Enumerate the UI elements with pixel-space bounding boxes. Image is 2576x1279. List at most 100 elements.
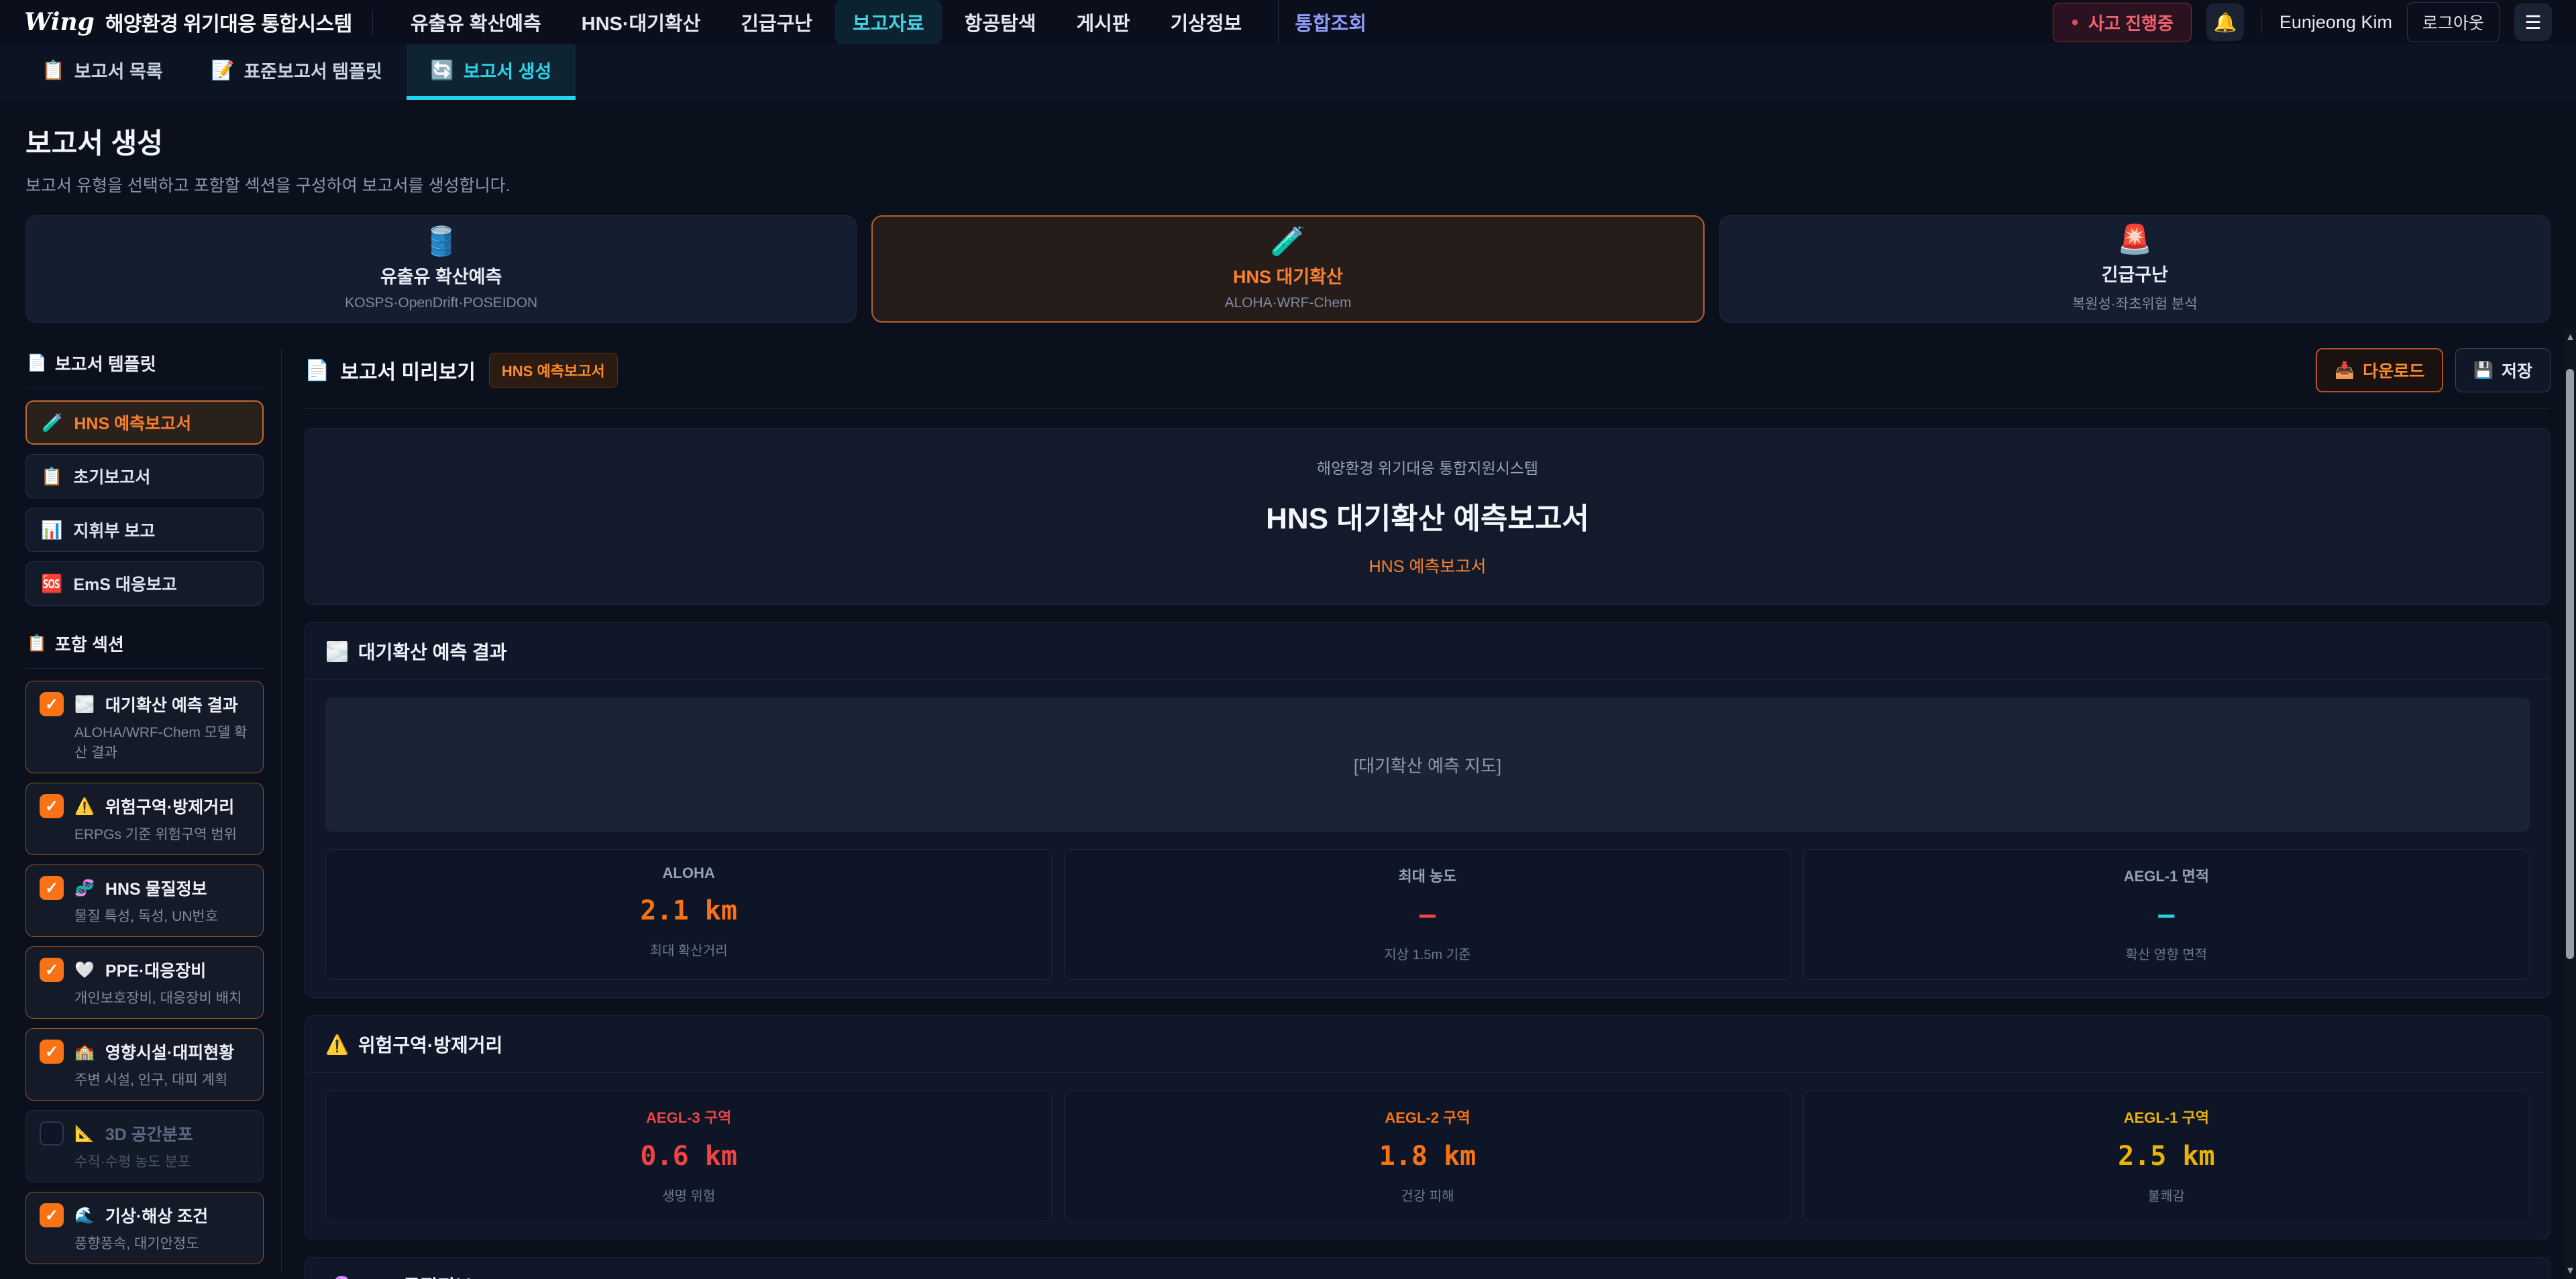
template-item-initial-report[interactable]: 📋 초기보고서	[25, 454, 264, 498]
report-type-subtitle: 복원성·좌초위험 분석	[2072, 293, 2198, 313]
download-button[interactable]: 📥 다운로드	[2316, 348, 2443, 392]
nav-item-hns[interactable]: HNS·대기확산	[564, 0, 718, 44]
user-name: Eunjeong Kim	[2279, 12, 2392, 33]
scroll-up-arrow-icon[interactable]: ▲	[2565, 331, 2576, 343]
section-title: 대기확산 예측 결과	[105, 692, 238, 716]
stat-aegl1-area: AEGL-1 면적 — 확산 영향 면적	[1803, 849, 2530, 980]
template-label: HNS 예측보고서	[74, 410, 191, 435]
report-type-rescue[interactable]: 🚨 긴급구난 복원성·좌초위험 분석	[1719, 215, 2551, 323]
tab-label: 보고서 생성	[464, 57, 552, 83]
scrollbar-thumb[interactable]	[2566, 369, 2574, 959]
sos-icon: 🆘	[41, 573, 62, 594]
preview-title-label: 보고서 미리보기	[340, 355, 476, 385]
section-header: 🧬 HNS 물질정보	[305, 1258, 2550, 1279]
section-title: 3D 공간분포	[105, 1121, 193, 1146]
nav-item-oil-spill[interactable]: 유출유 확산예측	[393, 0, 559, 44]
section-desc: 개인보호장비, 대응장비 배치	[74, 987, 250, 1007]
section-toggle-3d-distribution[interactable]: 📐 3D 공간분포 수직·수평 농도 분포	[25, 1110, 264, 1182]
sidebar: 📄 보고서 템플릿 🧪 HNS 예측보고서 📋 초기보고서 📊 지휘부 보고 🆘…	[25, 348, 282, 1274]
nav-item-weather[interactable]: 기상정보	[1153, 0, 1260, 44]
download-tray-icon: 📥	[2334, 361, 2355, 380]
checkbox-checked[interactable]: ✓	[40, 692, 64, 716]
siren-icon: 🚨	[2117, 225, 2152, 254]
preview-actions: 📥 다운로드 💾 저장	[2316, 348, 2551, 392]
stat-sub: 최대 확산거리	[326, 940, 1051, 959]
stat-aloha-distance: ALOHA 2.1 km 최대 확산거리	[325, 849, 1052, 980]
section-title: 기상·해상 조건	[105, 1203, 208, 1227]
stat-sub: 생명 위험	[326, 1185, 1051, 1205]
report-type-title: 유출유 확산예측	[380, 262, 502, 288]
dna-icon: 🧬	[325, 1275, 349, 1279]
stat-value: 1.8 km	[1065, 1141, 1790, 1172]
app-title: 해양환경 위기대응 통합시스템	[105, 7, 352, 37]
fog-icon: 🌫️	[74, 695, 95, 714]
checkbox-checked[interactable]: ✓	[40, 876, 64, 900]
tab-label: 표준보고서 템플릿	[244, 57, 382, 83]
stat-sub: 건강 피해	[1065, 1185, 1790, 1205]
section-toggle-weather-sea[interactable]: ✓ 🌊 기상·해상 조건 풍향풍속, 대기안정도	[25, 1192, 264, 1264]
stat-label: AEGL-3 구역	[326, 1106, 1051, 1127]
stat-aegl2-zone: AEGL-2 구역 1.8 km 건강 피해	[1064, 1091, 1790, 1221]
warning-icon: ⚠️	[74, 797, 95, 816]
stat-label: AEGL-1 면적	[1804, 865, 2529, 886]
report-type-oil-spill[interactable]: 🛢️ 유출유 확산예측 KOSPS·OpenDrift·POSEIDON	[25, 215, 857, 323]
template-item-hns-forecast[interactable]: 🧪 HNS 예측보고서	[25, 400, 264, 445]
vertical-scrollbar[interactable]: ▲ ▼	[2565, 329, 2576, 1279]
scroll-down-arrow-icon[interactable]: ▼	[2565, 1265, 2576, 1276]
section-toggle-affected-facilities[interactable]: ✓ 🏫 영향시설·대피현황 주변 시설, 인구, 대피 계획	[25, 1028, 264, 1101]
logout-button[interactable]: 로그아웃	[2407, 2, 2500, 42]
checkbox-checked[interactable]: ✓	[40, 1040, 64, 1064]
report-type-subtitle: ALOHA·WRF-Chem	[1224, 295, 1351, 311]
page-title: 보고서 생성	[25, 121, 2551, 162]
dna-icon: 🧬	[74, 879, 95, 898]
checkbox-checked[interactable]: ✓	[40, 1203, 64, 1227]
template-label: 지휘부 보고	[73, 518, 155, 542]
main-content: 📄 보고서 템플릿 🧪 HNS 예측보고서 📋 초기보고서 📊 지휘부 보고 🆘…	[0, 348, 2576, 1279]
nav-item-aerial-search[interactable]: 항공탐색	[947, 0, 1054, 44]
section-title: HNS 물질정보	[105, 876, 207, 900]
triangle-ruler-icon: 📐	[74, 1124, 95, 1144]
save-label: 저장	[2502, 358, 2532, 382]
section-desc: 풍향풍속, 대기안정도	[74, 1233, 250, 1253]
app-logo: Wing 해양환경 위기대응 통합시스템	[24, 7, 352, 37]
sections-group-header: 📋 포함 섹션	[25, 628, 264, 668]
section-toggle-danger-zone[interactable]: ✓ ⚠️ 위험구역·방제거리 ERPGs 기준 위험구역 범위	[25, 783, 264, 855]
report-preview-panel: 📄 보고서 미리보기 HNS 예측보고서 📥 다운로드 💾 저장 해양환경 위기…	[305, 348, 2551, 1279]
section-toggle-dispersion-result[interactable]: ✓ 🌫️ 대기확산 예측 결과 ALOHA/WRF-Chem 모델 확산 결과	[25, 681, 264, 773]
memo-icon: 📝	[211, 59, 235, 81]
report-type-hns[interactable]: 🧪 HNS 대기확산 ALOHA·WRF-Chem	[871, 215, 1704, 323]
stat-sub: 불쾌감	[1804, 1185, 2529, 1205]
incident-status-badge[interactable]: ● 사고 진행중	[2053, 3, 2192, 42]
clipboard-icon: 📋	[41, 466, 62, 487]
hamburger-menu-icon[interactable]: ☰	[2514, 3, 2552, 41]
sections-group-label: 포함 섹션	[55, 631, 124, 656]
section-toggle-hns-substance[interactable]: ✓ 🧬 HNS 물질정보 물질 특성, 독성, UN번호	[25, 865, 264, 937]
section-desc: 수직·수평 농도 분포	[74, 1151, 250, 1171]
report-type-title: HNS 대기확산	[1233, 262, 1343, 288]
nav-item-reports[interactable]: 보고자료	[835, 0, 942, 44]
heart-icon: 🤍	[74, 960, 95, 980]
save-button[interactable]: 💾 저장	[2455, 348, 2551, 392]
nav-item-board[interactable]: 게시판	[1059, 0, 1147, 44]
template-item-ems-response[interactable]: 🆘 EmS 대응보고	[25, 561, 264, 606]
section-toggle-ppe-equipment[interactable]: ✓ 🤍 PPE·대응장비 개인보호장비, 대응장비 배치	[25, 946, 264, 1019]
tab-report-generate[interactable]: 🔄 보고서 생성	[407, 44, 576, 100]
checkbox-checked[interactable]: ✓	[40, 794, 64, 818]
section-header-label: HNS 물질정보	[358, 1272, 472, 1279]
checkbox-checked[interactable]: ✓	[40, 958, 64, 982]
checkbox-unchecked[interactable]	[40, 1121, 64, 1146]
test-tube-icon: 🧪	[42, 412, 63, 433]
page-icon: 📄	[305, 359, 329, 382]
tab-report-list[interactable]: 📋 보고서 목록	[17, 44, 187, 100]
incident-dot-icon: ●	[2071, 15, 2079, 30]
nav-item-integrated-search[interactable]: 통합조회	[1278, 0, 1384, 44]
section-header: ⚠️ 위험구역·방제거리	[305, 1016, 2550, 1073]
section-title: 영향시설·대피현황	[105, 1040, 234, 1064]
notification-bell-icon[interactable]: 🔔	[2206, 3, 2244, 41]
template-label: 초기보고서	[73, 464, 150, 488]
template-item-command-report[interactable]: 📊 지휘부 보고	[25, 508, 264, 552]
section-header-label: 대기확산 예측 결과	[358, 638, 507, 665]
tab-standard-template[interactable]: 📝 표준보고서 템플릿	[187, 44, 407, 100]
fog-icon: 🌫️	[325, 641, 349, 663]
nav-item-rescue[interactable]: 긴급구난	[723, 0, 830, 44]
